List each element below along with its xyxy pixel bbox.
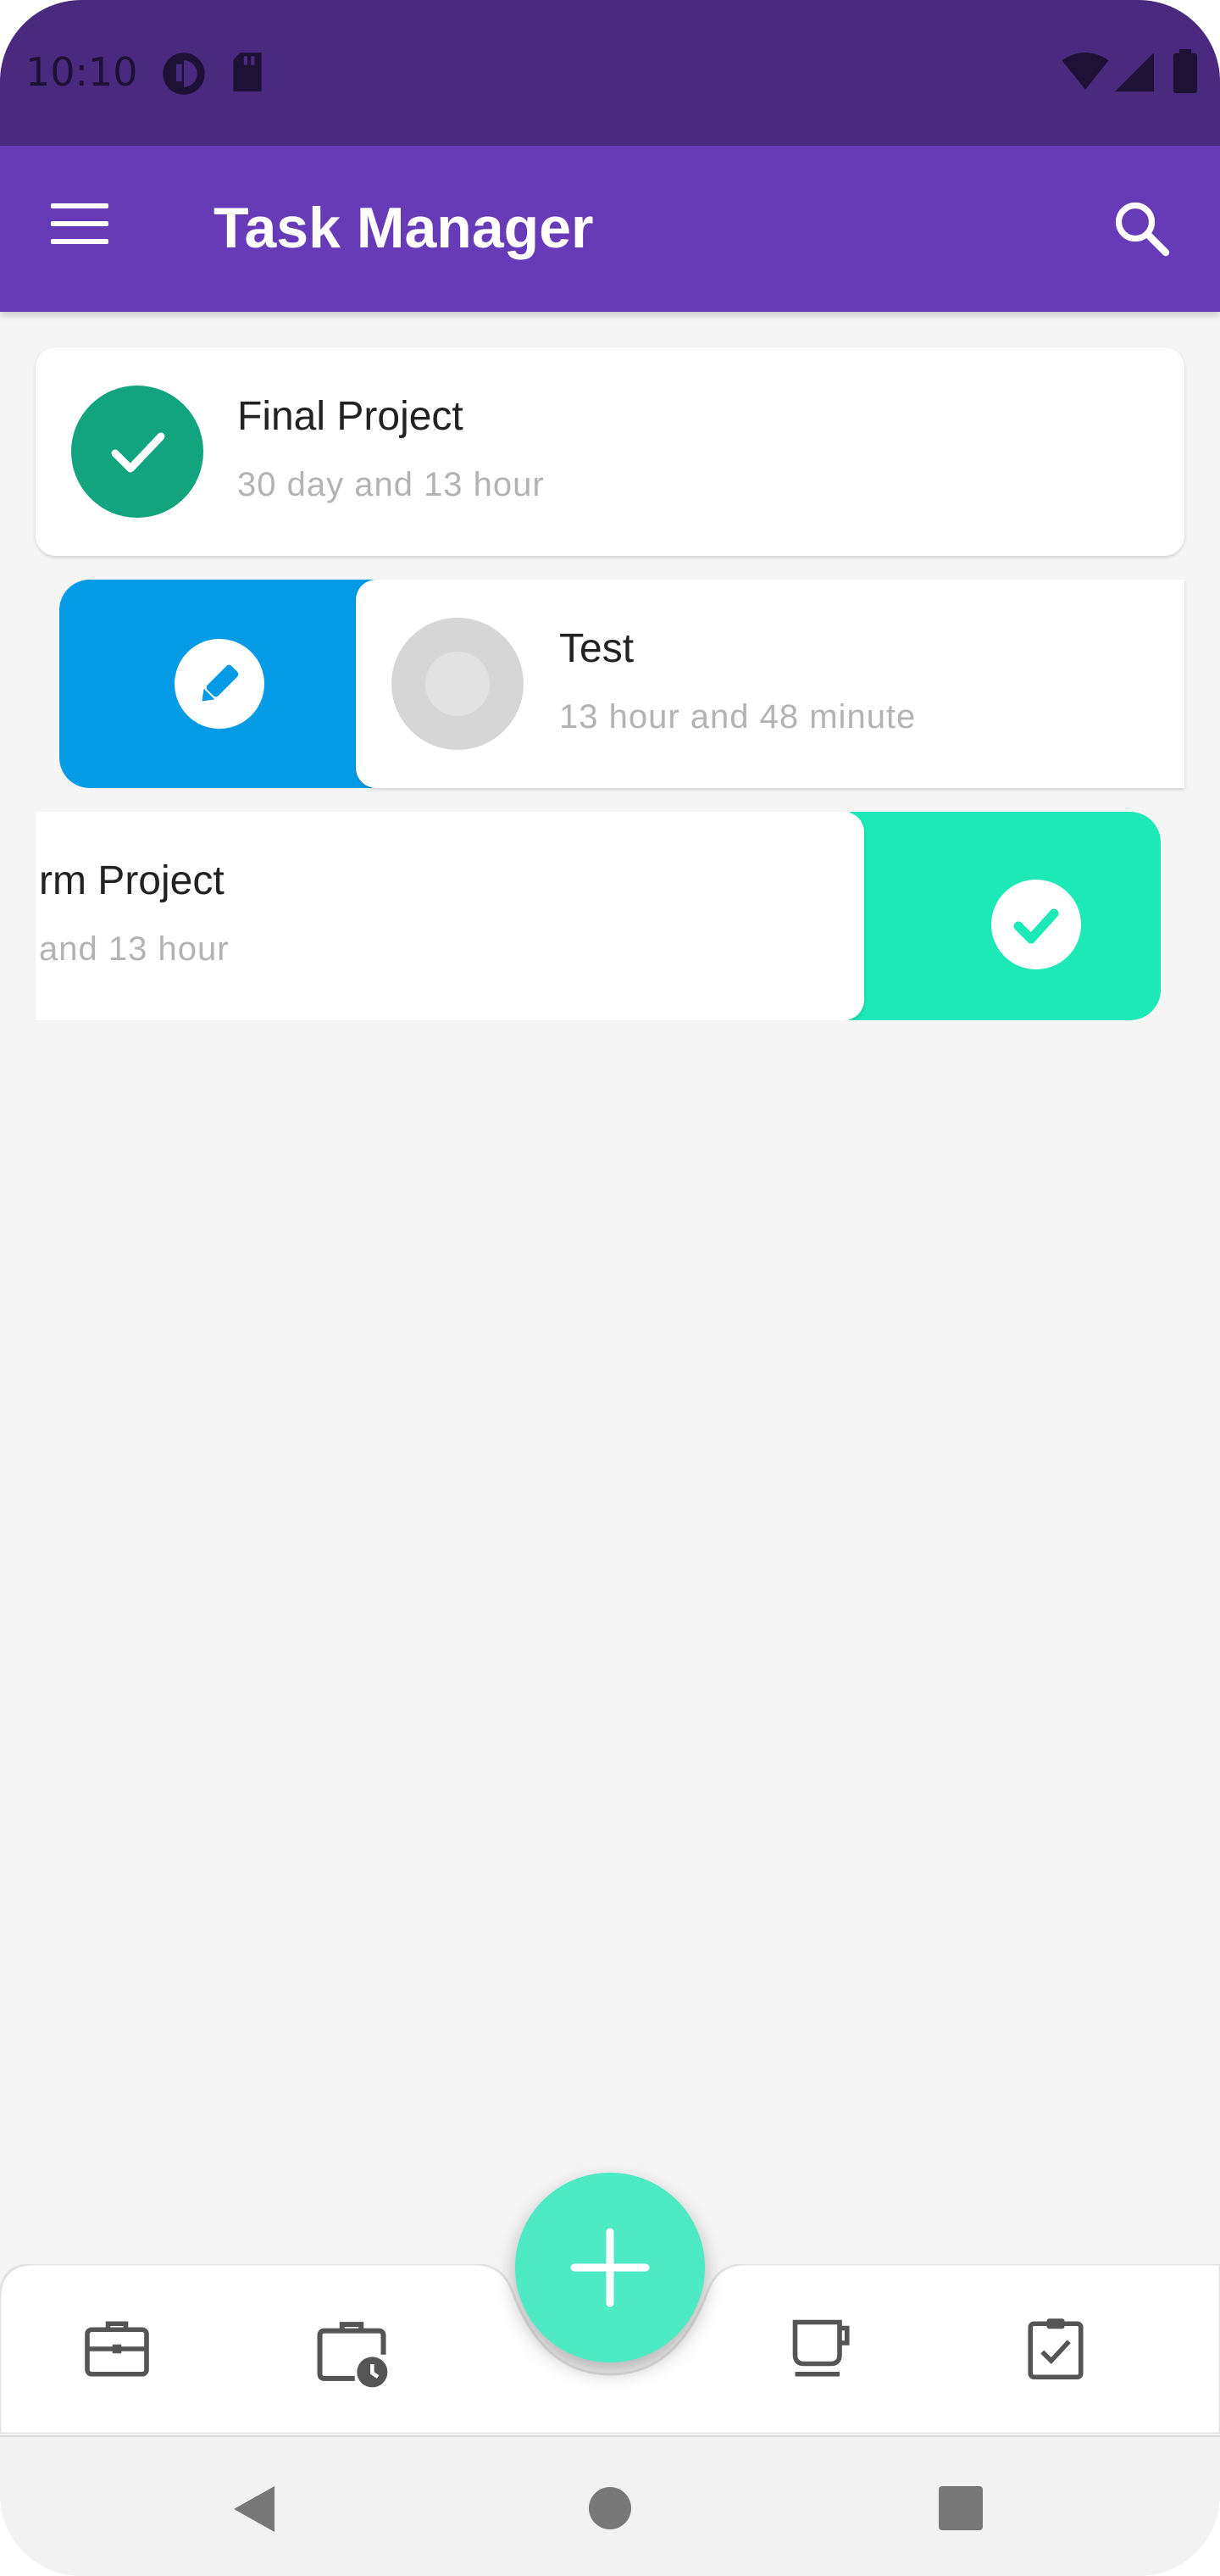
complete-action-background[interactable]: [824, 812, 1161, 1020]
page-title: Task Manager: [214, 196, 594, 260]
status-bar: 10:10: [0, 0, 1220, 146]
task-time-remaining: 13 hour and 48 minute: [559, 698, 917, 736]
task-row[interactable]: Test 13 hour and 48 minute: [59, 580, 1184, 788]
phone-screen: 10:10 Task Manager Final Project 30 day …: [0, 0, 1220, 2576]
task-row[interactable]: Final Project 30 day and 13 hour: [36, 347, 1184, 556]
task-row[interactable]: rm Project and 13 hour: [36, 812, 1161, 1020]
task-done-badge[interactable]: [71, 386, 203, 518]
task-title: Final Project: [237, 394, 463, 439]
status-time: 10:10: [25, 49, 138, 95]
app-bar: Task Manager: [0, 146, 1220, 312]
data-saver-icon: [161, 51, 207, 101]
briefcase-clock-icon[interactable]: [313, 2313, 388, 2388]
task-title: Test: [559, 626, 635, 671]
task-time-remaining: 30 day and 13 hour: [237, 466, 545, 503]
battery-icon: [1173, 49, 1198, 97]
task-title: rm Project: [39, 858, 225, 903]
task-pending-badge[interactable]: [391, 618, 524, 750]
task-time-remaining: and 13 hour: [39, 930, 230, 968]
check-icon: [111, 432, 165, 473]
clipboard-check-icon[interactable]: [1020, 2313, 1091, 2384]
plus-icon: [570, 2228, 650, 2307]
back-icon[interactable]: [232, 2484, 276, 2534]
search-icon[interactable]: [1110, 197, 1178, 264]
task-card[interactable]: rm Project and 13 hour: [36, 812, 864, 1020]
briefcase-icon[interactable]: [81, 2313, 152, 2384]
hamburger-menu-icon[interactable]: [51, 202, 119, 256]
home-icon[interactable]: [588, 2486, 632, 2530]
edit-icon[interactable]: [175, 639, 264, 729]
add-task-button[interactable]: [515, 2173, 705, 2362]
system-navigation-bar: [0, 2435, 1220, 2576]
cell-signal-icon: [1115, 53, 1154, 96]
coffee-cup-icon[interactable]: [786, 2313, 857, 2384]
check-circle-icon[interactable]: [991, 880, 1081, 969]
sd-card-icon: [229, 51, 266, 97]
pending-inner-circle: [425, 652, 490, 716]
wifi-icon: [1061, 53, 1110, 96]
task-card[interactable]: Final Project 30 day and 13 hour: [36, 347, 1184, 556]
task-card[interactable]: Test 13 hour and 48 minute: [356, 580, 1184, 788]
recents-icon[interactable]: [939, 2486, 983, 2530]
